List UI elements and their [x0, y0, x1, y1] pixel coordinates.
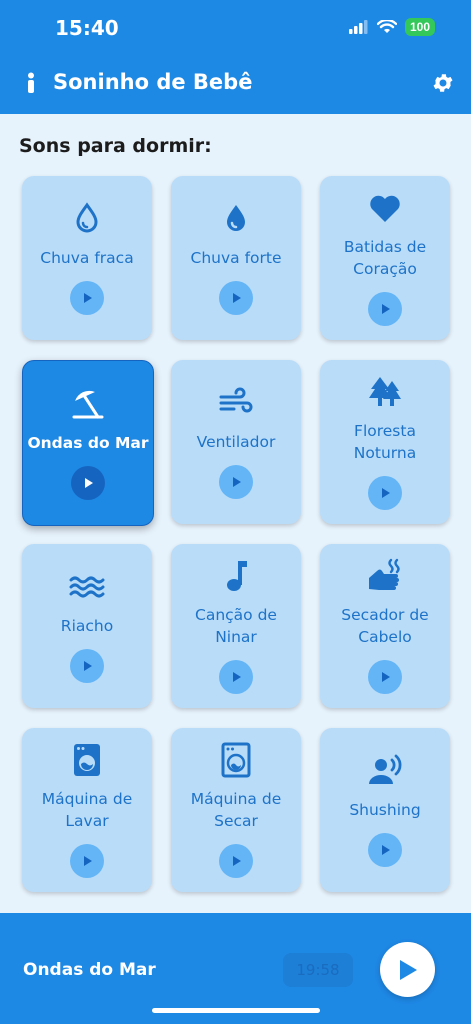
play-icon: [85, 478, 93, 488]
play-icon: [233, 672, 241, 682]
battery-indicator: 100: [404, 18, 435, 36]
sleep-timer[interactable]: 19:58: [283, 953, 353, 987]
person-icon: [28, 72, 34, 93]
voice-icon: [369, 754, 402, 784]
play-button[interactable]: [70, 281, 104, 315]
sounds-grid: Chuva fraca Chuva forte Batidas de Coraç…: [22, 176, 450, 894]
sound-label: Batidas de Coração: [343, 238, 427, 278]
play-button[interactable]: [368, 476, 402, 510]
play-icon: [382, 488, 390, 498]
sound-card-chuva-forte[interactable]: Chuva forte: [171, 176, 301, 340]
play-icon: [399, 959, 417, 980]
sound-card-maquina-de-secar[interactable]: Máquina de Secar: [171, 728, 301, 892]
play-button[interactable]: [219, 844, 253, 878]
sound-label: Máquina de Secar: [190, 790, 282, 830]
play-icon: [382, 304, 390, 314]
app-header: 15:40 100 Soninho de Bebê: [0, 0, 471, 114]
heart-icon: [370, 195, 400, 222]
sound-card-chuva-fraca[interactable]: Chuva fraca: [22, 176, 152, 340]
sound-label: Canção de Ninar: [195, 606, 277, 646]
dryer-icon: [221, 742, 251, 778]
play-icon: [84, 293, 92, 303]
water-waves-icon: [69, 576, 105, 598]
trees-icon: [369, 377, 401, 406]
sound-card-shushing[interactable]: Shushing: [320, 728, 450, 892]
play-button[interactable]: [70, 844, 104, 878]
sound-label: Floresta Noturna: [353, 422, 417, 462]
status-time: 15:40: [55, 16, 119, 40]
sound-label: Secador de Cabelo: [341, 606, 429, 646]
sound-label: Chuva fraca: [40, 249, 134, 267]
sound-card-secador-de-cabelo[interactable]: Secador de Cabelo: [320, 544, 450, 708]
sound-card-cancao-de-ninar[interactable]: Canção de Ninar: [171, 544, 301, 708]
play-icon: [382, 672, 390, 682]
main-play-button[interactable]: [380, 942, 435, 997]
play-button[interactable]: [70, 649, 104, 683]
player-bar: Ondas do Mar 19:58: [0, 913, 471, 1024]
play-icon: [233, 856, 241, 866]
umbrella-beach-icon: [72, 390, 104, 419]
sound-card-floresta-noturna[interactable]: Floresta Noturna: [320, 360, 450, 524]
wind-icon: [219, 387, 253, 413]
play-icon: [233, 477, 241, 487]
now-playing-title: Ondas do Mar: [23, 960, 156, 980]
droplet-outline-icon: [76, 202, 98, 233]
status-icons: 100: [348, 18, 435, 36]
play-button[interactable]: [368, 833, 402, 867]
sound-label: Máquina de Lavar: [41, 790, 133, 830]
washing-machine-icon: [74, 744, 100, 776]
sound-card-ondas-do-mar[interactable]: Ondas do Mar: [22, 360, 154, 526]
droplet-filled-icon: [227, 205, 245, 231]
play-button[interactable]: [219, 660, 253, 694]
play-icon: [84, 661, 92, 671]
home-indicator: [152, 1008, 320, 1013]
play-button[interactable]: [71, 466, 105, 500]
sound-card-maquina-de-lavar[interactable]: Máquina de Lavar: [22, 728, 152, 892]
hand-heat-icon: [369, 558, 400, 590]
sound-card-riacho[interactable]: Riacho: [22, 544, 152, 708]
sound-label: Ventilador: [196, 433, 276, 451]
signal-icon: [348, 20, 368, 34]
sound-label: Chuva forte: [190, 249, 282, 267]
play-button[interactable]: [219, 281, 253, 315]
section-title: Sons para dormir:: [19, 135, 212, 157]
play-icon: [382, 845, 390, 855]
play-button[interactable]: [368, 292, 402, 326]
sound-card-batidas-de-coracao[interactable]: Batidas de Coração: [320, 176, 450, 340]
gear-icon[interactable]: [431, 71, 455, 95]
sound-card-ventilador[interactable]: Ventilador: [171, 360, 301, 524]
play-button[interactable]: [368, 660, 402, 694]
play-icon: [84, 856, 92, 866]
play-icon: [233, 293, 241, 303]
play-button[interactable]: [219, 465, 253, 499]
sound-label: Shushing: [349, 801, 421, 819]
wifi-icon: [376, 20, 397, 33]
music-note-icon: [227, 561, 247, 591]
app-title: Soninho de Bebê: [53, 70, 253, 94]
sound-label: Riacho: [60, 617, 114, 635]
sound-label: Ondas do Mar: [27, 434, 149, 452]
